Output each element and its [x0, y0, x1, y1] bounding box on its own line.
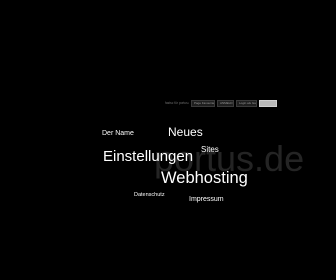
search-input[interactable]	[259, 99, 277, 107]
link-datenschutz[interactable]: Datenschutz	[134, 192, 165, 199]
top-toolbar: fastsc für portus.de Page Favourite ANME…	[165, 99, 277, 107]
link-der-name[interactable]: Der Name	[102, 130, 134, 137]
link-impressum[interactable]: Impressum	[189, 196, 224, 203]
link-webhosting[interactable]: Webhosting	[161, 170, 248, 187]
toolbar-label: fastsc für portus.de	[165, 101, 189, 105]
favourite-button[interactable]: Page Favourite	[191, 99, 215, 107]
link-neues[interactable]: Neues	[168, 126, 203, 138]
page: fastsc für portus.de Page Favourite ANME…	[0, 0, 336, 280]
link-sites[interactable]: Sites	[201, 146, 219, 154]
link-einstellungen[interactable]: Einstellungen	[103, 149, 193, 164]
register-button[interactable]: ANMELD	[217, 99, 234, 107]
guest-login-button[interactable]: Login als Gast	[236, 99, 257, 107]
